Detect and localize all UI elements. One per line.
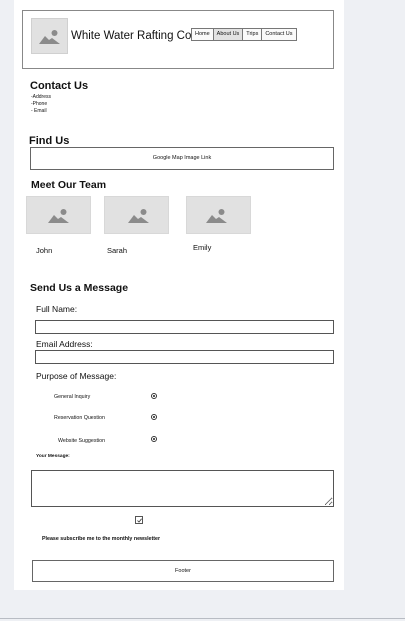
nav-about-us[interactable]: About Us [212, 28, 244, 41]
newsletter-label: Please subscribe me to the monthly newsl… [42, 536, 161, 542]
contact-phone: -Phone [31, 101, 48, 107]
site-footer: Footer [32, 560, 334, 582]
email-label: Email Address: [36, 339, 93, 349]
image-placeholder-icon [206, 209, 227, 223]
reservation-question-label: Reservation Question [54, 415, 105, 421]
team-member-john: John [36, 246, 53, 255]
page-bottom-divider [0, 618, 405, 619]
newsletter-checkbox[interactable] [135, 516, 143, 524]
full-name-field[interactable] [35, 320, 334, 334]
nav-trips[interactable]: Trips [242, 28, 263, 41]
purpose-label: Purpose of Message: [36, 371, 117, 381]
general-inquiry-label: General Inquiry [54, 394, 91, 400]
site-logo [31, 18, 68, 54]
contact-email: - Email [31, 108, 47, 114]
find-us-heading: Find Us [29, 135, 70, 147]
general-inquiry-radio[interactable] [151, 393, 157, 399]
image-placeholder-icon [39, 30, 60, 44]
message-textarea[interactable] [31, 470, 334, 507]
meet-team-heading: Meet Our Team [31, 179, 107, 191]
contact-list: -Address -Phone - Email [31, 94, 51, 115]
checkmark-icon [137, 518, 142, 523]
site-header: White Water Rafting Co. Home About Us Tr… [22, 10, 334, 69]
email-field[interactable] [35, 350, 334, 364]
contact-us-heading: Contact Us [30, 80, 89, 92]
website-suggestion-radio[interactable] [151, 436, 157, 442]
google-map-link[interactable]: Google Map Image Link [30, 147, 334, 170]
nav-home[interactable]: Home [191, 28, 214, 41]
team-member-emily: Emily [193, 243, 212, 252]
your-message-label: Your Message: [36, 454, 70, 459]
site-title: White Water Rafting Co. [71, 30, 195, 42]
page: White Water Rafting Co. Home About Us Tr… [0, 0, 405, 621]
team-member-sarah: Sarah [107, 246, 128, 255]
main-navigation: Home About Us Trips Contact Us [191, 28, 297, 41]
image-placeholder-icon [48, 209, 69, 223]
reservation-question-radio[interactable] [151, 414, 157, 420]
team-photo-sarah [104, 196, 169, 234]
full-name-label: Full Name: [36, 304, 78, 314]
team-photo-john [26, 196, 91, 234]
contact-address: -Address [31, 94, 52, 100]
image-placeholder-icon [128, 209, 149, 223]
website-suggestion-label: Website Suggestion [58, 438, 106, 444]
nav-contact-us[interactable]: Contact Us [261, 28, 297, 41]
team-photo-emily [186, 196, 251, 234]
send-message-heading: Send Us a Message [30, 282, 129, 294]
